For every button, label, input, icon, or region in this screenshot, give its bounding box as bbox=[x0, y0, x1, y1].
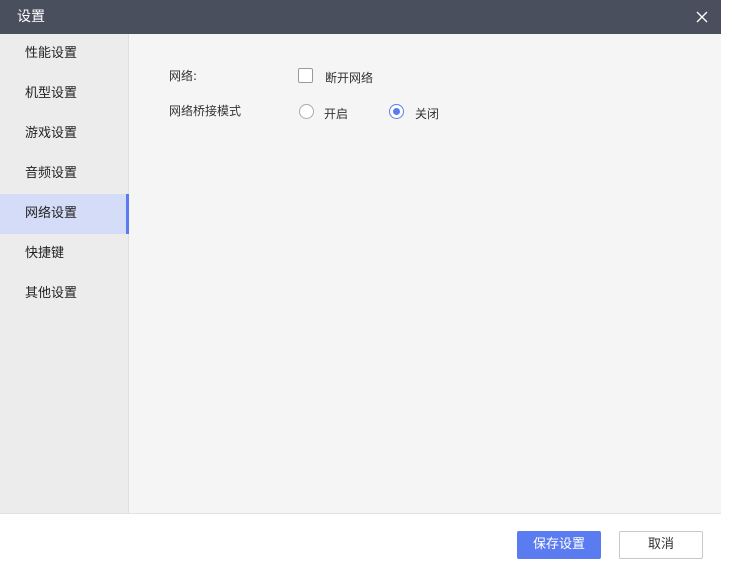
dialog-title: 设置 bbox=[17, 9, 45, 25]
disconnect-network-label[interactable]: 断开网络 bbox=[325, 69, 373, 86]
sidebar-item-label: 快捷键 bbox=[25, 246, 65, 261]
bridge-off-radio[interactable] bbox=[389, 104, 404, 119]
bridge-off-label[interactable]: 关闭 bbox=[415, 105, 439, 122]
close-button[interactable] bbox=[691, 6, 713, 28]
sidebar-item-performance[interactable]: 性能设置 bbox=[0, 34, 128, 74]
settings-dialog: 设置 性能设置 机型设置 游戏设置 音频设置 网络设置 快捷键 其他设置 网络:… bbox=[0, 0, 721, 573]
sidebar-item-label: 机型设置 bbox=[25, 86, 78, 101]
sidebar-item-label: 游戏设置 bbox=[25, 126, 78, 141]
network-settings-panel: 网络: 断开网络 网络桥接模式 开启 关闭 bbox=[129, 34, 721, 513]
sidebar-item-network[interactable]: 网络设置 bbox=[0, 194, 129, 234]
cancel-button[interactable]: 取消 bbox=[619, 531, 703, 559]
sidebar-item-game[interactable]: 游戏设置 bbox=[0, 114, 128, 154]
disconnect-network-checkbox[interactable] bbox=[298, 68, 313, 83]
bridge-mode-label: 网络桥接模式 bbox=[169, 104, 242, 118]
sidebar-item-label: 音频设置 bbox=[25, 166, 78, 181]
sidebar-item-label: 其他设置 bbox=[25, 286, 78, 301]
title-bar: 设置 bbox=[0, 0, 721, 34]
sidebar-item-label: 性能设置 bbox=[25, 46, 78, 61]
sidebar-item-label: 网络设置 bbox=[25, 206, 78, 221]
close-icon bbox=[696, 11, 708, 23]
save-settings-button[interactable]: 保存设置 bbox=[517, 531, 601, 559]
sidebar-item-shortcuts[interactable]: 快捷键 bbox=[0, 234, 128, 274]
bridge-on-label[interactable]: 开启 bbox=[324, 105, 348, 122]
dialog-footer: 保存设置 取消 bbox=[0, 513, 721, 573]
bridge-on-radio[interactable] bbox=[299, 104, 314, 119]
sidebar-item-audio[interactable]: 音频设置 bbox=[0, 154, 128, 194]
settings-sidebar: 性能设置 机型设置 游戏设置 音频设置 网络设置 快捷键 其他设置 bbox=[0, 34, 129, 513]
sidebar-item-other[interactable]: 其他设置 bbox=[0, 274, 128, 314]
sidebar-item-device-model[interactable]: 机型设置 bbox=[0, 74, 128, 114]
network-label: 网络: bbox=[169, 69, 198, 83]
background-edge bbox=[721, 0, 729, 573]
